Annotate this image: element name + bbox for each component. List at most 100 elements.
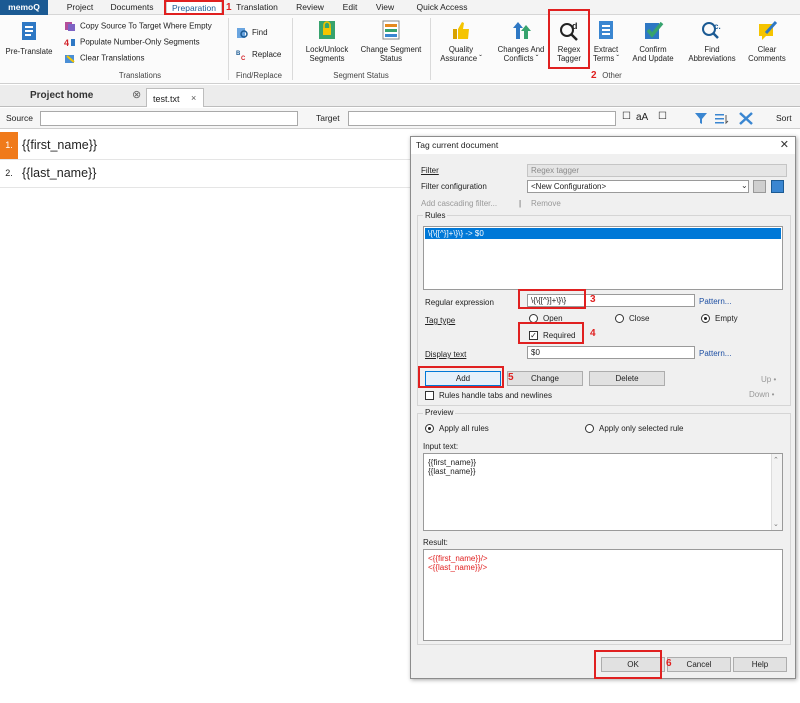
- lock-unlock-button[interactable]: Lock/Unlock Segments: [300, 19, 354, 63]
- copy-source-button[interactable]: Copy Source To Target Where Empty: [64, 21, 212, 32]
- rules-tabs-label: Rules handle tabs and newlines: [439, 391, 552, 400]
- regex-tagger-button[interactable]: d Regex Tagger: [552, 19, 586, 63]
- target-filter-label: Target: [316, 113, 340, 123]
- delete-button[interactable]: Delete: [589, 371, 665, 386]
- changes-arrows-icon: [513, 22, 531, 39]
- find-icon: [237, 28, 248, 38]
- find-button[interactable]: Find: [236, 27, 268, 39]
- table-row[interactable]: 2. {{last_name}}: [0, 160, 410, 188]
- result-label: Result:: [423, 538, 448, 547]
- segment-source-text[interactable]: {{last_name}}: [22, 166, 96, 180]
- find-abbreviations-button[interactable]: c. Find Abbreviations: [684, 19, 740, 63]
- tab-test-txt-label: test.txt: [153, 94, 180, 104]
- tag-empty-radio[interactable]: [701, 314, 710, 323]
- regular-expression-input[interactable]: \{\{[^}]+\}\}: [527, 294, 695, 307]
- tab-test-txt[interactable]: test.txt ×: [146, 88, 204, 107]
- display-text-label: Display text: [425, 350, 467, 359]
- remove-filter-link[interactable]: Remove: [531, 199, 561, 208]
- input-line: {{last_name}}: [428, 467, 476, 476]
- copy-source-icon: [65, 22, 75, 31]
- confirm-update-label-1: Confirm: [639, 45, 667, 54]
- filter-funnel-icon[interactable]: [694, 112, 708, 125]
- callout-1: 1: [226, 2, 232, 13]
- segment-number: 1.: [0, 132, 18, 159]
- close-icon[interactable]: ✕: [780, 139, 789, 152]
- change-status-button[interactable]: Change Segment Status: [358, 19, 424, 63]
- move-down-link[interactable]: Down •: [749, 390, 774, 399]
- menu-tab-translation[interactable]: Translation: [233, 1, 281, 14]
- menu-tab-documents[interactable]: Documents: [106, 1, 158, 14]
- ok-button[interactable]: OK: [601, 657, 665, 672]
- menu-tab-memoq[interactable]: memoQ: [0, 0, 48, 15]
- regular-expression-label: Regular expression: [425, 298, 494, 307]
- menu-tab-quick-access[interactable]: Quick Access: [410, 1, 474, 14]
- move-up-link[interactable]: Up •: [761, 375, 776, 384]
- confirm-update-label-2: And Update: [632, 54, 674, 63]
- input-scrollbar[interactable]: ⌃ ⌄: [771, 454, 782, 530]
- target-filter-input[interactable]: [348, 111, 616, 126]
- menu-tab-project[interactable]: Project: [58, 1, 102, 14]
- find-abbreviations-label-2: Abbreviations: [688, 54, 736, 63]
- save-config-icon[interactable]: [753, 180, 766, 193]
- quality-label-2: Assurance ˇ: [440, 54, 482, 63]
- menu-tab-preparation[interactable]: Preparation: [166, 1, 222, 14]
- configuration-select[interactable]: <New Configuration>: [527, 180, 749, 193]
- sort-lines-icon[interactable]: [714, 112, 730, 125]
- case-sensitive-checkbox[interactable]: ☐: [622, 111, 631, 122]
- svg-text:c.: c.: [714, 22, 721, 31]
- dialog-title: Tag current document: [411, 137, 795, 154]
- clear-translations-button[interactable]: Clear Translations: [64, 53, 144, 64]
- add-cascading-filter-link[interactable]: Add cascading filter...: [421, 199, 497, 208]
- apply-all-label: Apply all rules: [439, 424, 489, 433]
- source-filter-input[interactable]: [40, 111, 298, 126]
- extract-terms-button[interactable]: Extract Terms ˇ: [590, 19, 622, 63]
- input-text-area[interactable]: {{first_name}} {{last_name}} ⌃ ⌄: [423, 453, 783, 531]
- help-button[interactable]: Help: [733, 657, 787, 672]
- quality-assurance-button[interactable]: Quality Assurance ˇ: [436, 19, 486, 63]
- apply-selected-radio[interactable]: [585, 424, 594, 433]
- callout-4: 4: [590, 328, 596, 339]
- replace-button[interactable]: B C Replace: [236, 49, 281, 61]
- clear-comments-button[interactable]: Clear Comments: [744, 19, 790, 63]
- rules-list[interactable]: \{\{[^}]+\}\} -> $0: [423, 226, 783, 290]
- clear-filter-icon[interactable]: [738, 111, 754, 126]
- menu-tab-view[interactable]: View: [370, 1, 400, 14]
- menu-tab-review[interactable]: Review: [292, 1, 328, 14]
- sort-label[interactable]: Sort: [776, 113, 792, 123]
- cancel-button[interactable]: Cancel: [667, 657, 731, 672]
- pattern-link[interactable]: Pattern...: [699, 297, 731, 306]
- add-button[interactable]: Add: [425, 371, 501, 386]
- changes-conflicts-button[interactable]: Changes And Conflicts ˇ: [494, 19, 548, 63]
- change-button[interactable]: Change: [507, 371, 583, 386]
- tag-open-radio[interactable]: [529, 314, 538, 323]
- rules-tabs-checkbox[interactable]: [425, 391, 434, 400]
- close-project-home-icon[interactable]: ⊗: [132, 88, 141, 101]
- regex-tagger-label-1: Regex: [557, 45, 581, 54]
- pretranslate-button[interactable]: Pre-Translate: [4, 21, 54, 56]
- close-tab-icon[interactable]: ×: [191, 93, 196, 103]
- populate-numbers-button[interactable]: 4 Populate Number-Only Segments: [64, 37, 200, 48]
- extract-terms-label-1: Extract: [593, 45, 619, 54]
- ribbon-separator: [292, 18, 293, 80]
- tab-project-home[interactable]: Project home: [30, 90, 93, 101]
- apply-all-radio[interactable]: [425, 424, 434, 433]
- segment-source-text[interactable]: {{first_name}}: [22, 138, 97, 152]
- scroll-down-icon[interactable]: ⌄: [773, 520, 779, 528]
- regex-tagger-icon: d: [560, 21, 578, 41]
- change-status-label-2: Status: [379, 54, 403, 63]
- save-as-config-icon[interactable]: [771, 180, 784, 193]
- scroll-up-icon[interactable]: ⌃: [773, 456, 779, 464]
- list-item[interactable]: \{\{[^}]+\}\} -> $0: [425, 228, 781, 239]
- tag-filter-icon[interactable]: ☐: [658, 111, 667, 122]
- display-text-input[interactable]: $0: [527, 346, 695, 359]
- confirm-update-button[interactable]: Confirm And Update: [628, 19, 678, 63]
- required-checkbox[interactable]: ✓: [529, 331, 538, 340]
- pretranslate-icon: [22, 22, 36, 40]
- menu-tab-edit[interactable]: Edit: [336, 1, 364, 14]
- tag-close-radio[interactable]: [615, 314, 624, 323]
- result-text-area: <{{first_name}}/> <{{last_name}}/>: [423, 549, 783, 641]
- table-row[interactable]: 1. {{first_name}}: [0, 132, 410, 160]
- chevron-down-icon[interactable]: ⌄: [741, 181, 748, 190]
- pattern-link-2[interactable]: Pattern...: [699, 349, 731, 358]
- link-separator: |: [519, 199, 522, 208]
